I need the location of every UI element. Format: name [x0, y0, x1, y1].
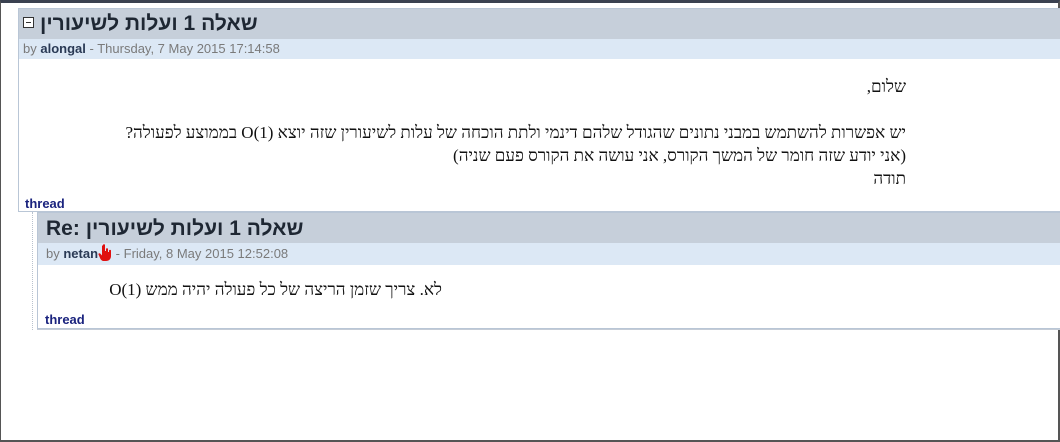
by-label: by: [23, 41, 37, 56]
forum-post-reply: Re: שאלה 1 ועלות לשיעורין by netan - Fri…: [37, 212, 1060, 329]
post-body-line: יש אפשרות להשתמש במבני נתונים שהגודל שלה…: [125, 123, 906, 142]
post-author[interactable]: netan: [63, 246, 98, 261]
divider: [37, 329, 1060, 330]
post-body-line: תודה: [873, 169, 906, 188]
post-body: לא. צריך שזמן הריצה של כל פעולה יהיה ממש…: [109, 280, 442, 299]
post-body: שלום, יש אפשרות להשתמש במבני נתונים שהגו…: [26, 75, 906, 190]
post-body-line: [26, 98, 906, 121]
post-subject: שאלה 1 ועלות לשיעורין: [40, 12, 258, 35]
thread-link[interactable]: thread: [45, 312, 85, 327]
post-meta: by alongal - Thursday, 7 May 2015 17:14:…: [19, 39, 1060, 59]
hand-cursor-icon: [98, 243, 112, 262]
post-subject: Re: שאלה 1 ועלות לשיעורין: [46, 217, 304, 240]
by-label: by: [46, 246, 60, 261]
post-author[interactable]: alongal: [40, 41, 86, 56]
thread-link[interactable]: thread: [25, 196, 65, 211]
reply-indent-guide: [32, 212, 34, 330]
post-date: Friday, 8 May 2015 12:52:08: [123, 246, 289, 261]
post-subject-bar: שאלה 1 ועלות לשיעורין: [19, 9, 1060, 39]
post-meta: by netan - Friday, 8 May 2015 12:52:08: [38, 243, 1060, 265]
post-body-line: שלום,: [866, 77, 906, 96]
collapse-minus-icon[interactable]: [23, 16, 34, 28]
post-subject-bar: Re: שאלה 1 ועלות לשיעורין: [38, 213, 1060, 243]
forum-post-root: שאלה 1 ועלות לשיעורין by alongal - Thurs…: [18, 8, 1060, 212]
post-date: Thursday, 7 May 2015 17:14:58: [97, 41, 280, 56]
post-body-line: (אני יודע שזה חומר של המשך הקורס, אני עו…: [453, 146, 906, 165]
meta-separator: -: [89, 41, 94, 56]
meta-separator: -: [115, 246, 120, 261]
